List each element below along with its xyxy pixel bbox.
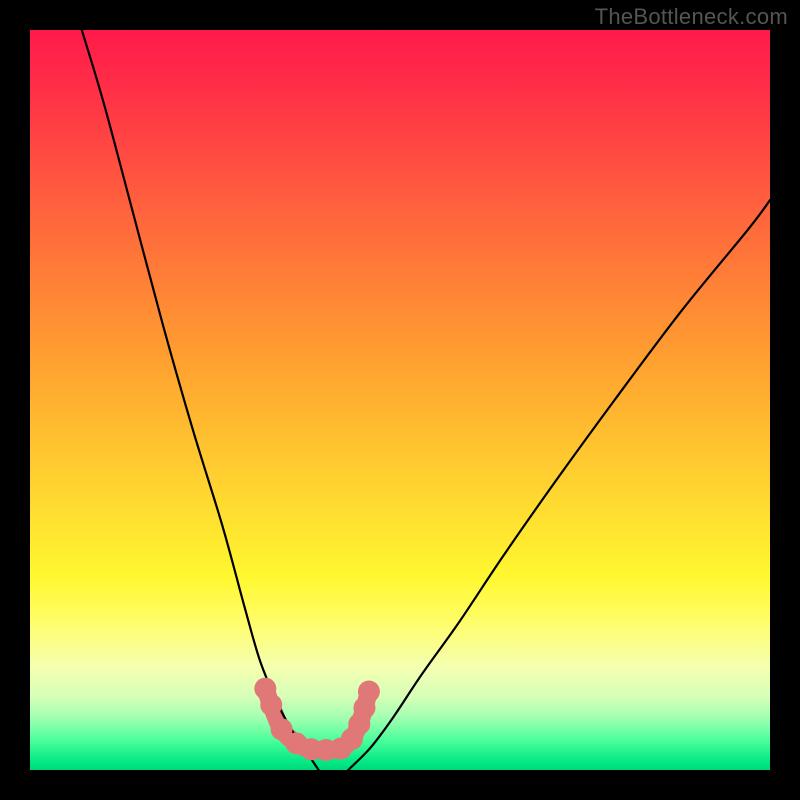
curves-svg — [30, 30, 770, 770]
chart-frame: TheBottleneck.com — [0, 0, 800, 800]
dot-dot-cluster-10 — [358, 681, 380, 703]
dot-dot-cluster-1 — [260, 694, 282, 716]
series-right-curve — [348, 200, 770, 770]
plot-area — [30, 30, 770, 770]
series-left-curve — [82, 30, 319, 770]
watermark-text: TheBottleneck.com — [595, 4, 788, 30]
